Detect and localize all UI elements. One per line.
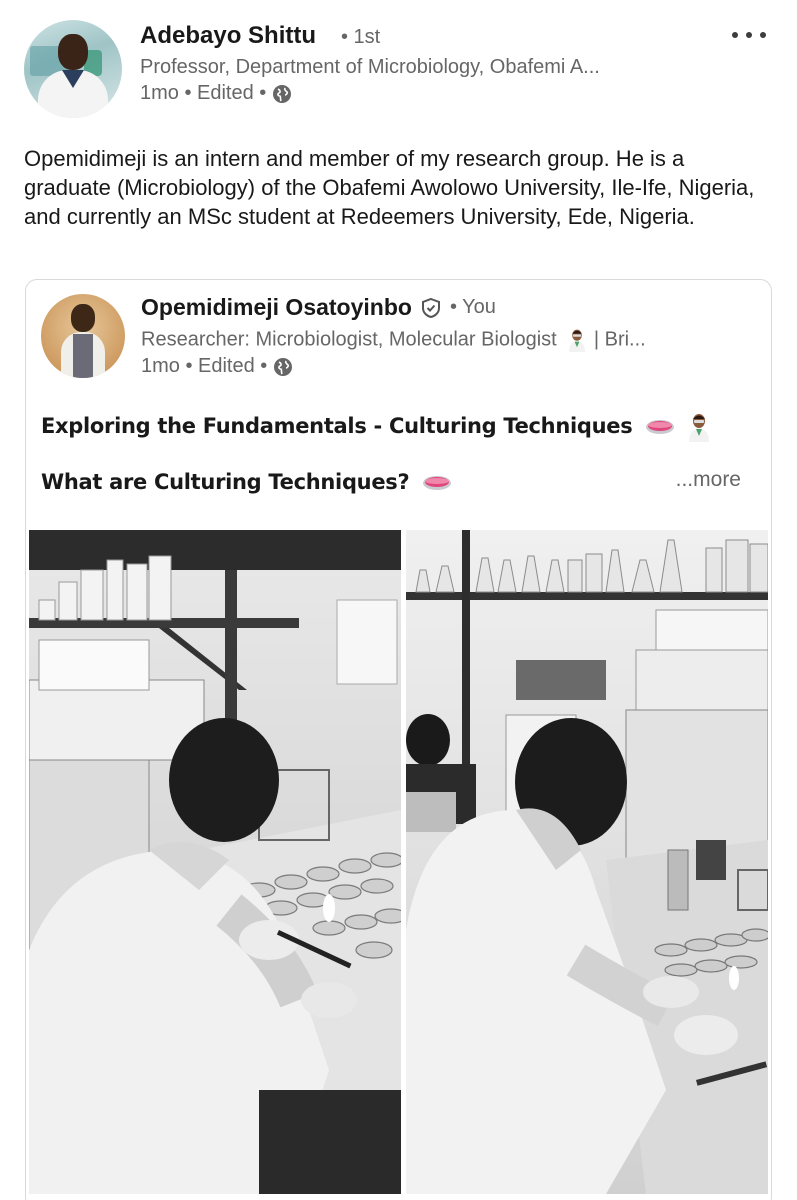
post-time: 1mo • Edited •	[140, 82, 267, 104]
connection-degree: • 1st	[341, 26, 381, 48]
post-image-right[interactable]	[406, 530, 768, 1194]
lab-photo-right-illustration	[406, 530, 768, 1194]
shared-post-card[interactable]: Opemidimeji Osatoyinbo • You Researcher:…	[25, 279, 772, 1200]
shared-author-name-row: Opemidimeji Osatoyinbo • You	[141, 294, 496, 321]
shared-author-avatar[interactable]	[41, 294, 125, 378]
shared-author-headline: Researcher: Microbiologist, Molecular Bi…	[141, 328, 761, 352]
globe-icon	[274, 357, 293, 376]
post-header: Adebayo Shittu • 1st Professor, Departme…	[24, 18, 774, 118]
author-avatar[interactable]	[24, 20, 122, 118]
post-commentary: Opemidimeji is an intern and member of m…	[24, 146, 755, 229]
lab-photo-left-illustration	[29, 530, 401, 1194]
shared-post-time: 1mo • Edited •	[141, 355, 268, 377]
shared-headline-suffix: | Bri...	[593, 328, 646, 351]
shared-post-title: Exploring the Fundamentals - Culturing T…	[41, 414, 633, 438]
verified-shield-icon	[421, 297, 440, 318]
petri-dish-icon	[646, 420, 675, 434]
shared-author-badge: • You	[449, 296, 496, 318]
shared-post-title-line: Exploring the Fundamentals - Culturing T…	[41, 412, 712, 442]
see-more-link[interactable]: ...more	[676, 468, 741, 492]
petri-dish-icon	[423, 476, 452, 490]
shared-post-question: What are Culturing Techniques?	[41, 470, 410, 494]
post-image-left[interactable]	[29, 530, 401, 1194]
author-name[interactable]: Adebayo Shittu	[140, 22, 316, 50]
shared-author-name[interactable]: Opemidimeji Osatoyinbo	[141, 294, 412, 321]
more-options-icon[interactable]	[732, 24, 766, 46]
shared-headline-text: Researcher: Microbiologist, Molecular Bi…	[141, 328, 557, 351]
globe-icon	[273, 84, 292, 103]
scientist-emoji-icon	[569, 329, 586, 352]
scientist-emoji-icon	[689, 414, 710, 442]
shared-post-question-line: What are Culturing Techniques?	[41, 470, 452, 494]
post-meta: 1mo • Edited •	[140, 82, 292, 105]
author-headline: Professor, Department of Microbiology, O…	[140, 56, 600, 78]
shared-post-meta: 1mo • Edited •	[141, 355, 293, 378]
